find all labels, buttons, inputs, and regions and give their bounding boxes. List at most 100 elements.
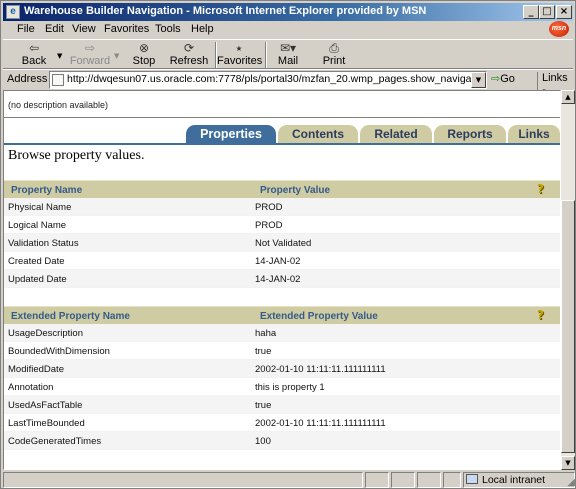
favorites-button[interactable]: ⭑ Favorites	[217, 41, 262, 69]
scrollbar-thumb[interactable]	[561, 200, 575, 453]
tab-contents[interactable]: Contents	[278, 125, 358, 143]
refresh-icon: ⟳	[183, 41, 195, 55]
menu-favorites[interactable]: Favorites	[104, 23, 149, 35]
status-pane	[391, 472, 415, 488]
scroll-down-icon[interactable]: ▼	[561, 456, 575, 470]
table-header: Property Name Property Value ?	[4, 180, 560, 198]
refresh-button[interactable]: ⟳ Refresh	[167, 41, 211, 69]
mail-button[interactable]: ✉▾ Mail	[273, 41, 303, 69]
scroll-up-icon[interactable]: ▲	[561, 90, 575, 104]
property-name-cell: CodeGeneratedTimes	[8, 436, 102, 447]
property-name-cell: UsageDescription	[8, 328, 83, 339]
property-name-header: Property Name	[11, 185, 83, 196]
stop-icon: ⊗	[138, 41, 150, 55]
property-value-cell: 2002-01-10 11:11:11.111111111	[255, 364, 386, 375]
browse-heading: Browse property values.	[8, 148, 145, 163]
property-table: Property Name Property Value ? Physical …	[4, 180, 560, 288]
close-button[interactable]: ×	[556, 5, 572, 19]
back-arrow-icon: ⇦	[28, 41, 40, 55]
go-button[interactable]: ⇨Go	[491, 72, 515, 85]
back-button[interactable]: ⇦ Back	[17, 41, 51, 69]
table-row: Updated Date 14-JAN-02	[4, 270, 560, 288]
forward-button[interactable]: ⇨ Forward	[69, 41, 111, 69]
ie-app-icon: e	[6, 5, 20, 19]
forward-dropdown-icon[interactable]: ▼	[114, 52, 119, 60]
property-value-cell: 14-JAN-02	[255, 256, 301, 267]
property-value-cell: true	[255, 346, 272, 357]
status-text-pane	[3, 472, 363, 488]
stop-button[interactable]: ⊗ Stop	[129, 41, 159, 69]
menu-file[interactable]: File	[17, 23, 35, 35]
property-value-header: Property Value	[260, 185, 331, 196]
tab-properties[interactable]: Properties	[186, 125, 276, 143]
table-row: Annotation this is property 1	[4, 378, 560, 396]
property-name-cell: Validation Status	[8, 238, 79, 249]
minimize-button[interactable]: _	[523, 5, 539, 19]
property-value-cell: haha	[255, 328, 277, 339]
tab-reports[interactable]: Reports	[434, 125, 506, 143]
property-name-cell: Updated Date	[8, 274, 67, 285]
property-value-cell: PROD	[255, 202, 283, 213]
vertical-scrollbar[interactable]: ▲ ▼	[561, 90, 575, 470]
divider	[4, 117, 560, 118]
help-icon[interactable]: ?	[537, 182, 548, 196]
menu-tools[interactable]: Tools	[155, 23, 181, 35]
zone-indicator: Local intranet	[466, 474, 545, 486]
property-name-cell: ModifiedDate	[8, 364, 64, 375]
property-name-cell: Logical Name	[8, 220, 67, 231]
address-label: Address	[7, 73, 48, 85]
tab-links[interactable]: Links	[508, 125, 560, 143]
property-name-cell: Created Date	[8, 256, 65, 267]
property-value-cell: 14-JAN-02	[255, 274, 301, 285]
property-name-cell: BoundedWithDimension	[8, 346, 110, 357]
mail-icon: ✉▾	[279, 41, 297, 55]
table-header: Extended Property Name Extended Property…	[4, 306, 560, 324]
table-row: Logical Name PROD	[4, 216, 560, 234]
table-row: Created Date 14-JAN-02	[4, 252, 560, 270]
page-description: (no description available)	[8, 100, 109, 110]
msn-logo-icon: msn	[549, 21, 569, 37]
help-icon[interactable]: ?	[537, 308, 548, 322]
property-value-cell: Not Validated	[255, 238, 312, 249]
status-pane	[443, 472, 461, 488]
status-pane	[365, 472, 389, 488]
title-bar: e Warehouse Builder Navigation - Microso…	[3, 3, 573, 21]
status-bar: Local intranet ◢	[3, 472, 575, 488]
menu-edit[interactable]: Edit	[45, 23, 64, 35]
local-intranet-icon	[466, 474, 478, 484]
go-arrow-icon: ⇨	[491, 72, 501, 85]
table-row: UsageDescription haha	[4, 324, 560, 342]
address-bar: Address http://dwqesun07.us.oracle.com:7…	[3, 69, 573, 96]
favorites-icon: ⭑	[235, 41, 243, 55]
property-name-cell: Annotation	[8, 382, 54, 393]
tab-bar: Properties Contents Related Reports Link…	[4, 125, 560, 143]
address-dropdown-icon[interactable]: ▼	[471, 72, 486, 88]
browser-window: e Warehouse Builder Navigation - Microso…	[0, 0, 576, 489]
property-name-cell: Physical Name	[8, 202, 72, 213]
extended-property-name-header: Extended Property Name	[11, 311, 130, 322]
back-dropdown-icon[interactable]: ▼	[57, 52, 62, 60]
page-content: (no description available) Properties Co…	[3, 90, 561, 470]
menu-help[interactable]: Help	[191, 23, 214, 35]
address-input[interactable]: http://dwqesun07.us.oracle.com:7778/pls/…	[49, 71, 487, 89]
forward-arrow-icon: ⇨	[84, 41, 96, 55]
resize-grip-icon[interactable]: ◢	[567, 477, 575, 488]
property-value-cell: 2002-01-10 11:11:11.111111111	[255, 418, 386, 429]
property-value-cell: PROD	[255, 220, 283, 231]
status-pane	[417, 472, 441, 488]
table-row: BoundedWithDimension true	[4, 342, 560, 360]
table-row: UsedAsFactTable true	[4, 396, 560, 414]
property-name-cell: LastTimeBounded	[8, 418, 85, 429]
property-value-cell: true	[255, 400, 272, 411]
extended-property-table: Extended Property Name Extended Property…	[4, 306, 560, 450]
page-icon	[52, 74, 64, 86]
menu-view[interactable]: View	[72, 23, 96, 35]
table-row: Validation Status Not Validated	[4, 234, 560, 252]
print-button[interactable]: ⎙ Print	[319, 41, 349, 69]
toolbar-separator	[265, 42, 267, 68]
table-row: CodeGeneratedTimes 100	[4, 432, 560, 450]
window-title: Warehouse Builder Navigation - Microsoft…	[24, 5, 427, 17]
tab-underline	[4, 143, 560, 145]
tab-related[interactable]: Related	[360, 125, 432, 143]
maximize-button[interactable]: □	[539, 5, 555, 19]
